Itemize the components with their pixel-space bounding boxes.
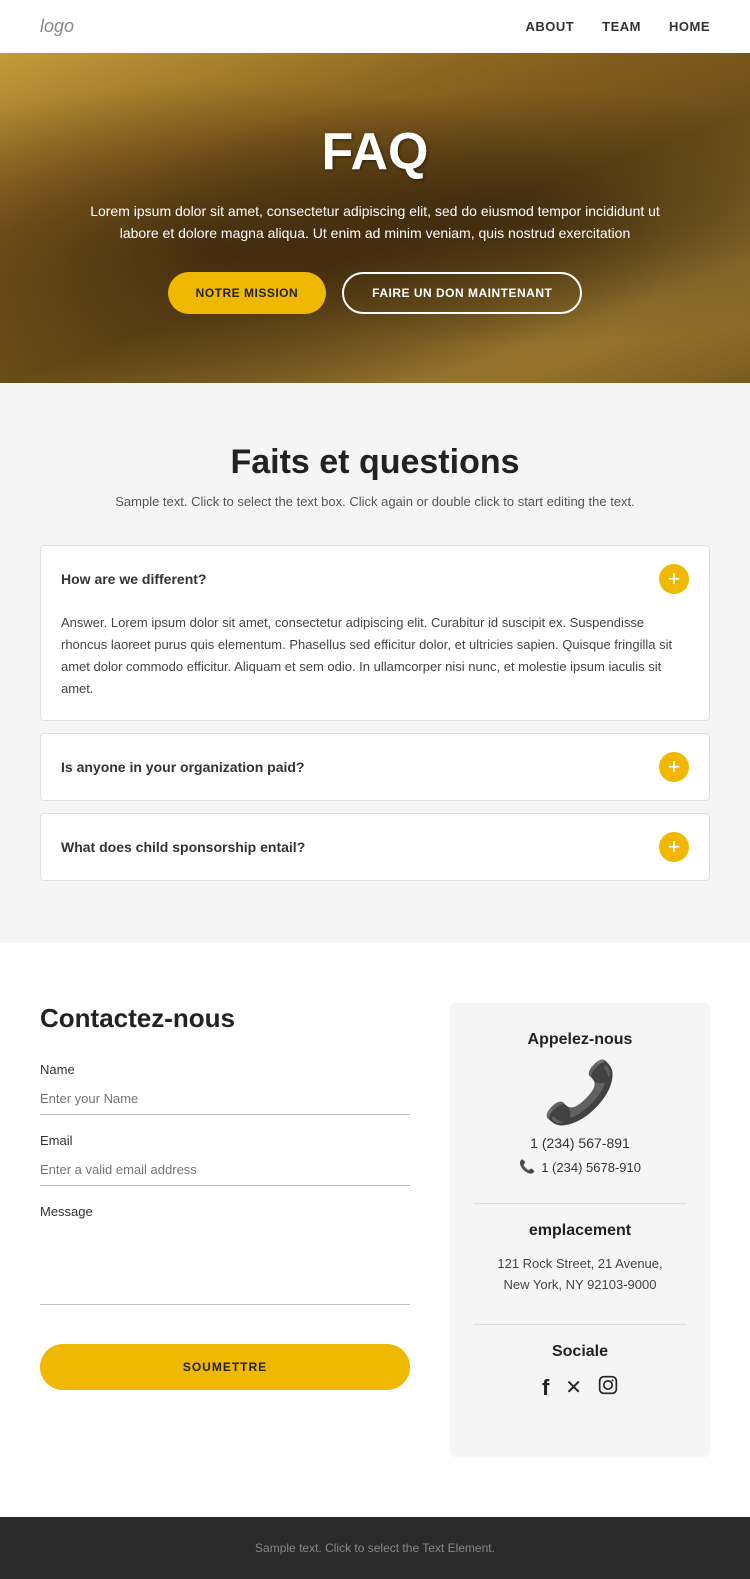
nav-about[interactable]: ABOUT: [525, 19, 574, 34]
name-label: Name: [40, 1062, 410, 1077]
name-input[interactable]: [40, 1083, 410, 1115]
message-label: Message: [40, 1204, 410, 1219]
phone-number-1: 1 (234) 567-891: [474, 1135, 686, 1151]
notre-mission-button[interactable]: NOTRE MISSION: [168, 272, 327, 314]
divider-1: [474, 1203, 686, 1204]
hero-title: FAQ: [80, 122, 670, 182]
phone-icon-small: 📞: [519, 1159, 535, 1175]
call-section: Appelez-nous 📞 1 (234) 567-891 📞 1 (234)…: [474, 1031, 686, 1175]
call-title: Appelez-nous: [474, 1031, 686, 1049]
submit-button[interactable]: SOUMETTRE: [40, 1344, 410, 1390]
location-section: emplacement 121 Rock Street, 21 Avenue,N…: [474, 1222, 686, 1296]
address-text: 121 Rock Street, 21 Avenue,New York, NY …: [474, 1254, 686, 1296]
footer-text: Sample text. Click to select the Text El…: [40, 1541, 710, 1555]
name-form-group: Name: [40, 1062, 410, 1115]
instagram-icon[interactable]: [598, 1375, 618, 1401]
contact-title: Contactez-nous: [40, 1003, 410, 1034]
faq-item-3: What does child sponsorship entail? +: [40, 813, 710, 881]
faq-toggle-3[interactable]: +: [659, 832, 689, 862]
hero-section: FAQ Lorem ipsum dolor sit amet, consecte…: [0, 53, 750, 383]
faq-section: Faits et questions Sample text. Click to…: [0, 383, 750, 943]
faq-subtitle: Sample text. Click to select the text bo…: [40, 494, 710, 509]
hero-subtitle: Lorem ipsum dolor sit amet, consectetur …: [80, 200, 670, 245]
faq-item-2: Is anyone in your organization paid? +: [40, 733, 710, 801]
facebook-icon[interactable]: f: [542, 1375, 549, 1401]
footer: Sample text. Click to select the Text El…: [0, 1517, 750, 1579]
faire-don-button[interactable]: FAIRE UN DON MAINTENANT: [342, 272, 582, 314]
faq-question-text-2: Is anyone in your organization paid?: [61, 759, 304, 775]
contact-info-col: Appelez-nous 📞 1 (234) 567-891 📞 1 (234)…: [450, 1003, 710, 1457]
faq-answer-1: Answer. Lorem ipsum dolor sit amet, cons…: [41, 612, 709, 720]
faq-question-2[interactable]: Is anyone in your organization paid? +: [41, 734, 709, 800]
nav-links: ABOUT TEAM HOME: [525, 19, 710, 34]
hero-buttons: NOTRE MISSION FAIRE UN DON MAINTENANT: [80, 272, 670, 314]
email-label: Email: [40, 1133, 410, 1148]
phone-icon-large: 📞: [474, 1063, 686, 1123]
nav-team[interactable]: TEAM: [602, 19, 641, 34]
message-form-group: Message: [40, 1204, 410, 1310]
email-form-group: Email: [40, 1133, 410, 1186]
faq-toggle-2[interactable]: +: [659, 752, 689, 782]
contact-form-col: Contactez-nous Name Email Message SOUMET…: [40, 1003, 410, 1390]
navbar: logo ABOUT TEAM HOME: [0, 0, 750, 53]
social-section: Sociale f ✕: [474, 1343, 686, 1401]
phone-number-2: 1 (234) 5678-910: [541, 1160, 641, 1175]
message-textarea[interactable]: [40, 1225, 410, 1305]
faq-title: Faits et questions: [40, 443, 710, 482]
logo: logo: [40, 16, 74, 37]
nav-home[interactable]: HOME: [669, 19, 710, 34]
faq-question-3[interactable]: What does child sponsorship entail? +: [41, 814, 709, 880]
faq-toggle-1[interactable]: +: [659, 564, 689, 594]
hero-content: FAQ Lorem ipsum dolor sit amet, consecte…: [0, 122, 750, 315]
social-title: Sociale: [474, 1343, 686, 1361]
faq-question-1[interactable]: How are we different? +: [41, 546, 709, 612]
divider-2: [474, 1324, 686, 1325]
location-title: emplacement: [474, 1222, 686, 1240]
social-icons: f ✕: [474, 1375, 686, 1401]
phone-row-2: 📞 1 (234) 5678-910: [474, 1159, 686, 1175]
contact-section: Contactez-nous Name Email Message SOUMET…: [0, 943, 750, 1517]
faq-question-text-1: How are we different?: [61, 571, 206, 587]
faq-item-1: How are we different? + Answer. Lorem ip…: [40, 545, 710, 721]
faq-question-text-3: What does child sponsorship entail?: [61, 839, 305, 855]
twitter-x-icon[interactable]: ✕: [565, 1375, 582, 1401]
email-input[interactable]: [40, 1154, 410, 1186]
